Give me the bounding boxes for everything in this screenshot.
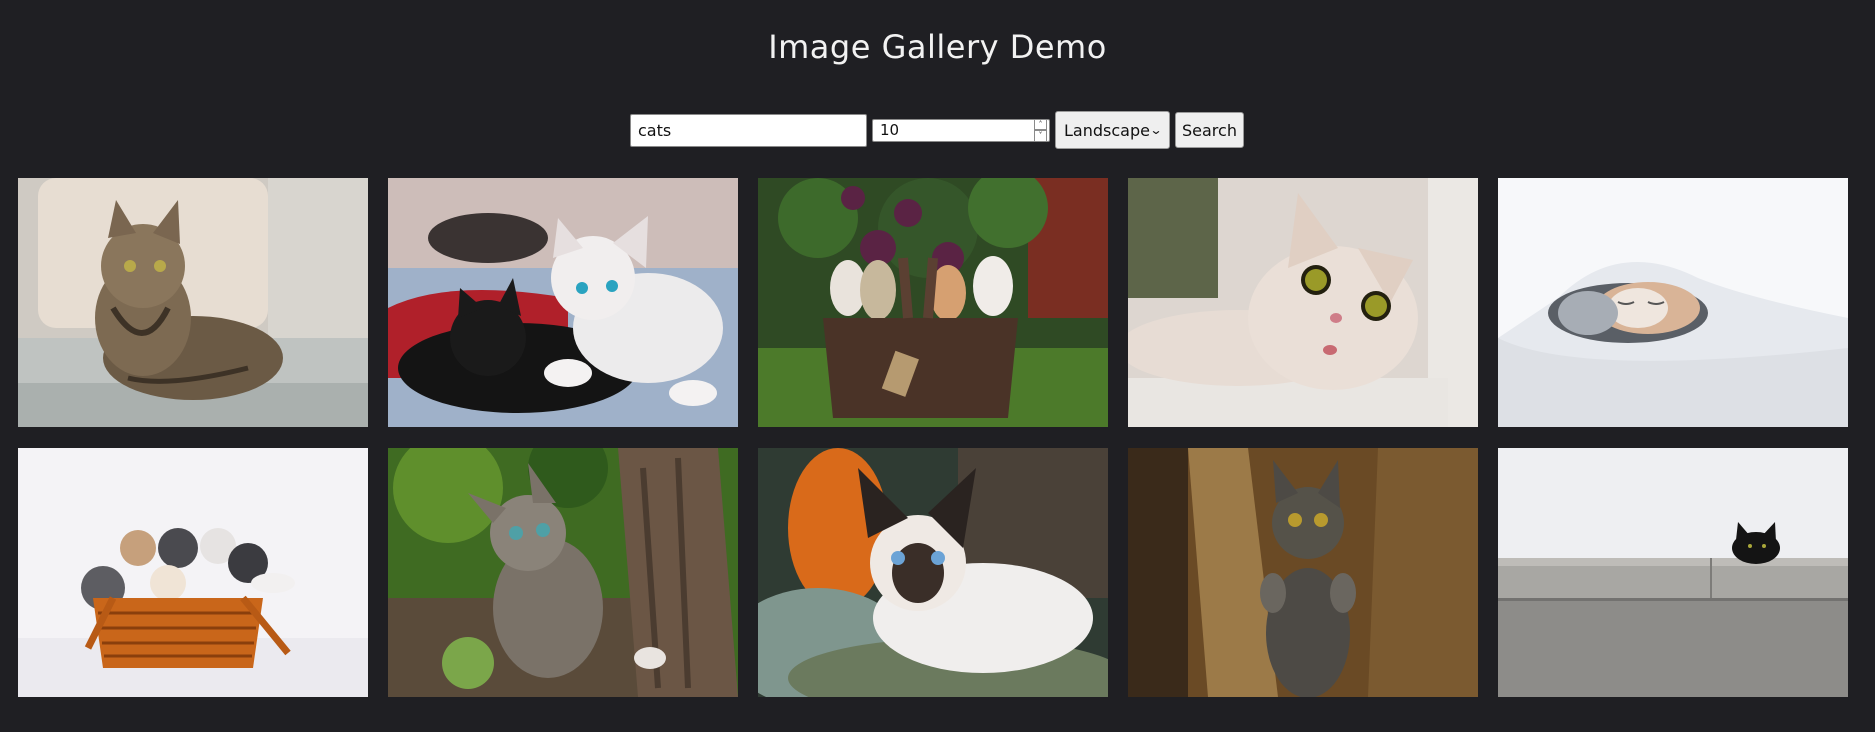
search-input[interactable]: [630, 113, 867, 147]
count-input[interactable]: [873, 119, 1049, 141]
orientation-select[interactable]: Landscape ⌄: [1055, 111, 1170, 149]
gallery-image[interactable]: [758, 448, 1108, 697]
cat-photo-10: [1498, 448, 1848, 697]
count-field[interactable]: ˄ ˅: [872, 118, 1050, 142]
gallery-image[interactable]: [1498, 448, 1848, 697]
cat-photo-6: [18, 448, 368, 697]
decrement-icon[interactable]: ˅: [1034, 130, 1047, 142]
cat-photo-2: [388, 178, 738, 427]
cat-photo-5: [1498, 178, 1848, 427]
cat-photo-9: [1128, 448, 1478, 697]
search-button[interactable]: Search: [1175, 112, 1244, 148]
gallery-image[interactable]: [1128, 448, 1478, 697]
image-grid: [18, 178, 1848, 697]
count-stepper[interactable]: ˄ ˅: [1034, 118, 1047, 142]
gallery-image[interactable]: [1498, 178, 1848, 427]
orientation-value: Landscape: [1064, 120, 1150, 140]
gallery-image[interactable]: [18, 178, 368, 427]
cat-photo-4: [1128, 178, 1478, 427]
chevron-down-icon: ⌄: [1149, 123, 1163, 137]
gallery-image[interactable]: [1128, 178, 1478, 427]
gallery-image[interactable]: [388, 178, 738, 427]
gallery-image[interactable]: [18, 448, 368, 697]
gallery-image[interactable]: [758, 178, 1108, 427]
cat-photo-7: [388, 448, 738, 697]
page-title: Image Gallery Demo: [768, 28, 1107, 66]
cat-photo-1: [18, 178, 368, 427]
gallery-image[interactable]: [388, 448, 738, 697]
cat-photo-3: [758, 178, 1108, 427]
cat-photo-8: [758, 448, 1108, 697]
increment-icon[interactable]: ˄: [1034, 118, 1047, 130]
search-controls: ˄ ˅ Landscape ⌄ Search: [630, 111, 1244, 149]
